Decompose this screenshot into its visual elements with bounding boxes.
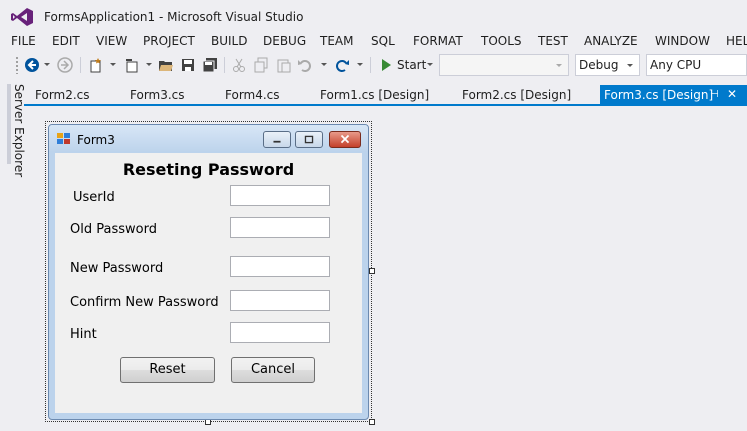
new-project-dropdown-icon[interactable] bbox=[110, 63, 116, 66]
tab-form1-design[interactable]: Form1.cs [Design] bbox=[320, 85, 429, 105]
menu-format[interactable]: FORMAT bbox=[413, 34, 463, 48]
start-button[interactable]: Start bbox=[397, 58, 426, 72]
tab-form3-cs[interactable]: Form3.cs bbox=[130, 85, 185, 105]
toolbar-separator bbox=[80, 57, 81, 73]
title-bar: FormsApplication1 - Microsoft Visual Stu… bbox=[0, 0, 747, 32]
menu-sql[interactable]: SQL bbox=[371, 34, 395, 48]
menu-project[interactable]: PROJECT bbox=[143, 34, 195, 48]
minimize-button[interactable] bbox=[263, 131, 291, 148]
redo-dropdown-icon[interactable] bbox=[357, 63, 363, 66]
cut-icon[interactable] bbox=[231, 57, 247, 73]
menu-debug[interactable]: DEBUG bbox=[263, 34, 306, 48]
maximize-icon bbox=[304, 135, 314, 144]
redo-icon[interactable] bbox=[334, 57, 350, 73]
server-explorer-tab[interactable]: Server Explorer bbox=[7, 84, 26, 177]
navigate-forward-icon[interactable] bbox=[57, 57, 73, 73]
new-password-label: New Password bbox=[70, 261, 164, 276]
menu-test[interactable]: TEST bbox=[538, 34, 568, 48]
menu-team[interactable]: TEAM bbox=[320, 34, 353, 48]
navigate-back-icon[interactable] bbox=[24, 57, 40, 73]
close-icon[interactable]: ✕ bbox=[725, 87, 739, 101]
confirm-password-label: Confirm New Password bbox=[70, 295, 219, 310]
new-project-icon[interactable] bbox=[88, 57, 104, 73]
form-title: Form3 bbox=[77, 133, 115, 147]
open-file-icon[interactable] bbox=[158, 57, 174, 73]
menu-file[interactable]: FILE bbox=[11, 34, 36, 48]
configuration-value: Debug bbox=[579, 58, 619, 72]
toolbar-separator bbox=[224, 57, 225, 73]
undo-dropdown-icon[interactable] bbox=[321, 63, 327, 66]
old-password-label: Old Password bbox=[70, 222, 157, 237]
form-client-area: Reseting Password UserId Old Password Ne… bbox=[55, 153, 362, 413]
menu-window[interactable]: WINDOW bbox=[655, 34, 710, 48]
save-icon[interactable] bbox=[180, 57, 196, 73]
start-debugging-icon[interactable] bbox=[378, 57, 394, 73]
userid-label: UserId bbox=[73, 190, 115, 205]
chevron-down-icon bbox=[627, 64, 633, 67]
solution-configuration-combo[interactable]: Debug bbox=[575, 54, 640, 76]
menu-view[interactable]: VIEW bbox=[96, 34, 127, 48]
hint-label: Hint bbox=[70, 327, 97, 342]
visual-studio-logo-icon bbox=[11, 8, 33, 26]
menu-tools[interactable]: TOOLS bbox=[481, 34, 522, 48]
cancel-button[interactable]: Cancel bbox=[231, 357, 315, 383]
resize-handle-bottom-right[interactable] bbox=[369, 419, 375, 425]
resize-handle-right[interactable] bbox=[369, 268, 375, 274]
toolbar-grip[interactable] bbox=[15, 56, 19, 74]
back-dropdown-icon[interactable] bbox=[44, 63, 50, 66]
form-caption-bar: Form3 bbox=[49, 125, 368, 151]
document-tab-well: Form2.cs Form3.cs Form4.cs Form1.cs [Des… bbox=[24, 85, 747, 105]
pin-icon[interactable]: ⊣ bbox=[710, 90, 720, 100]
tab-form2-design[interactable]: Form2.cs [Design] bbox=[462, 85, 571, 105]
platform-value: Any CPU bbox=[650, 58, 702, 72]
copy-icon[interactable] bbox=[253, 57, 269, 73]
start-dropdown-icon[interactable] bbox=[427, 63, 433, 66]
menu-help[interactable]: HEL bbox=[726, 34, 747, 48]
toolbar-separator bbox=[370, 57, 371, 73]
form3-window[interactable]: Form3 Reseting Password UserId Old Passw… bbox=[48, 124, 369, 420]
hint-input[interactable] bbox=[230, 322, 330, 343]
add-item-icon[interactable] bbox=[124, 57, 140, 73]
tab-form3-design-label: Form3.cs [Design] bbox=[604, 88, 714, 102]
debug-target-combo[interactable] bbox=[439, 54, 569, 76]
new-password-input[interactable] bbox=[230, 256, 330, 277]
close-button[interactable] bbox=[329, 131, 361, 148]
menu-analyze[interactable]: ANALYZE bbox=[584, 34, 638, 48]
form-icon bbox=[57, 133, 70, 144]
save-all-icon[interactable] bbox=[202, 57, 218, 73]
confirm-password-input[interactable] bbox=[230, 290, 330, 311]
window-title: FormsApplication1 - Microsoft Visual Stu… bbox=[44, 10, 304, 24]
form-heading: Reseting Password bbox=[122, 160, 295, 179]
chevron-down-icon bbox=[556, 64, 562, 67]
menu-build[interactable]: BUILD bbox=[211, 34, 247, 48]
close-icon bbox=[340, 134, 350, 144]
tab-form2-cs[interactable]: Form2.cs bbox=[35, 85, 90, 105]
tab-form3-design[interactable]: Form3.cs [Design] ⊣ ✕ bbox=[600, 85, 747, 105]
add-item-dropdown-icon[interactable] bbox=[146, 63, 152, 66]
paste-icon[interactable] bbox=[276, 57, 292, 73]
tab-form4-cs[interactable]: Form4.cs bbox=[225, 85, 280, 105]
undo-icon[interactable] bbox=[297, 57, 313, 73]
old-password-input[interactable] bbox=[230, 217, 330, 238]
minimize-icon bbox=[273, 140, 281, 143]
maximize-button[interactable] bbox=[295, 131, 323, 148]
menu-edit[interactable]: EDIT bbox=[52, 34, 80, 48]
reset-button[interactable]: Reset bbox=[120, 357, 215, 383]
standard-toolbar: Start Debug Any CPU bbox=[0, 52, 747, 78]
userid-input[interactable] bbox=[230, 185, 330, 206]
side-tab-indicator bbox=[7, 84, 11, 164]
menu-bar: FILE EDIT VIEW PROJECT BUILD DEBUG TEAM … bbox=[0, 32, 747, 51]
solution-platform-combo[interactable]: Any CPU bbox=[646, 54, 747, 76]
